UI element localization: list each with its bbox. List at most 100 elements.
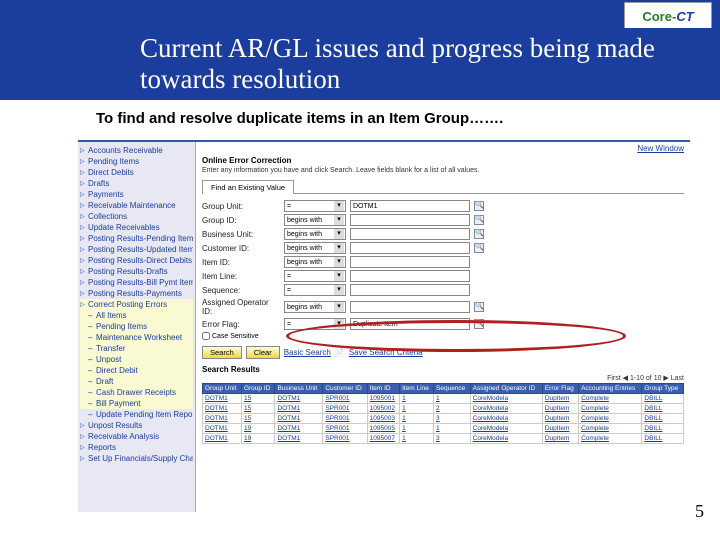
sidebar-item[interactable]: Posting Results-Pending Items: [80, 233, 193, 244]
column-header[interactable]: Sequence: [434, 384, 471, 394]
operator-select[interactable]: begins with: [284, 214, 346, 226]
column-header[interactable]: Group Unit: [203, 384, 242, 394]
column-header[interactable]: Group Type: [642, 384, 684, 394]
table-cell[interactable]: 15: [241, 414, 275, 424]
table-cell[interactable]: Complete: [579, 404, 642, 414]
lookup-icon[interactable]: 🔍: [474, 201, 484, 211]
table-cell[interactable]: 1: [434, 394, 471, 404]
table-cell[interactable]: 1: [434, 424, 471, 434]
new-window-link[interactable]: New Window: [637, 144, 684, 153]
sidebar-item[interactable]: Bill Payment: [80, 398, 193, 409]
table-cell[interactable]: SPR001: [323, 434, 367, 444]
table-cell[interactable]: 2: [434, 404, 471, 414]
table-cell[interactable]: 1095002: [367, 404, 399, 414]
column-header[interactable]: Business Unit: [275, 384, 323, 394]
table-cell[interactable]: 15: [241, 404, 275, 414]
table-cell[interactable]: DOTM1: [275, 414, 323, 424]
operator-select[interactable]: begins with: [284, 301, 346, 313]
table-cell[interactable]: 1: [400, 404, 434, 414]
table-cell[interactable]: SPR001: [323, 424, 367, 434]
results-nav[interactable]: First ◀ 1-10 of 10 ▶ Last: [202, 374, 684, 382]
table-row[interactable]: DOTM115DOTM1SPR001109500111CoreModelaDup…: [203, 394, 684, 404]
table-cell[interactable]: 3: [434, 434, 471, 444]
table-cell[interactable]: 1: [400, 424, 434, 434]
sidebar-item[interactable]: Posting Results-Updated Items: [80, 244, 193, 255]
column-header[interactable]: Item Line: [400, 384, 434, 394]
value-input[interactable]: [350, 301, 470, 313]
value-input[interactable]: DOTM1: [350, 200, 470, 212]
table-cell[interactable]: 1095003: [367, 414, 399, 424]
table-cell[interactable]: 19: [241, 434, 275, 444]
column-header[interactable]: Customer ID: [323, 384, 367, 394]
sidebar-item[interactable]: Draft: [80, 376, 193, 387]
table-cell[interactable]: 1095007: [367, 434, 399, 444]
table-cell[interactable]: 1: [400, 434, 434, 444]
sidebar-item[interactable]: Receivable Analysis: [80, 431, 193, 442]
sidebar-item[interactable]: Pending Items: [80, 156, 193, 167]
sidebar-item[interactable]: Posting Results-Direct Debits: [80, 255, 193, 266]
sidebar-item[interactable]: Payments: [80, 189, 193, 200]
table-row[interactable]: DOTM119DOTM1SPR001109500511CoreModelaDup…: [203, 424, 684, 434]
basic-search-link[interactable]: Basic Search: [284, 348, 331, 357]
table-cell[interactable]: Complete: [579, 414, 642, 424]
table-cell[interactable]: 1095005: [367, 424, 399, 434]
sidebar-item[interactable]: Posting Results-Bill Pymt Items: [80, 277, 193, 288]
value-input[interactable]: [350, 256, 470, 268]
sidebar-item[interactable]: Unpost Results: [80, 420, 193, 431]
table-cell[interactable]: Complete: [579, 434, 642, 444]
value-input[interactable]: [350, 284, 470, 296]
table-cell[interactable]: DOTM1: [203, 424, 242, 434]
sidebar-item[interactable]: Maintenance Worksheet: [80, 332, 193, 343]
table-cell[interactable]: DupItem: [542, 434, 578, 444]
sidebar-item[interactable]: Transfer: [80, 343, 193, 354]
table-cell[interactable]: DOTM1: [203, 394, 242, 404]
table-cell[interactable]: CoreModela: [470, 414, 542, 424]
sidebar-item[interactable]: Set Up Financials/Supply Chain: [80, 453, 193, 464]
table-cell[interactable]: DBILL: [642, 434, 684, 444]
table-row[interactable]: DOTM115DOTM1SPR001109500212CoreModelaDup…: [203, 404, 684, 414]
table-cell[interactable]: DOTM1: [275, 434, 323, 444]
table-cell[interactable]: SPR001: [323, 414, 367, 424]
sidebar-item[interactable]: Reports: [80, 442, 193, 453]
save-search-link[interactable]: Save Search Criteria: [349, 348, 423, 357]
sidebar-item[interactable]: Direct Debits: [80, 167, 193, 178]
operator-select[interactable]: =: [284, 284, 346, 296]
value-input[interactable]: [350, 214, 470, 226]
sidebar-item[interactable]: Update Pending Item Report: [80, 409, 193, 420]
lookup-icon[interactable]: 🔍: [474, 229, 484, 239]
sidebar-item[interactable]: Posting Results-Drafts: [80, 266, 193, 277]
table-cell[interactable]: Complete: [579, 394, 642, 404]
lookup-icon[interactable]: 🔍: [474, 319, 484, 329]
table-cell[interactable]: DBILL: [642, 414, 684, 424]
table-cell[interactable]: DOTM1: [275, 404, 323, 414]
sidebar-item[interactable]: Direct Debit: [80, 365, 193, 376]
table-cell[interactable]: DOTM1: [203, 404, 242, 414]
table-cell[interactable]: CoreModela: [470, 394, 542, 404]
table-cell[interactable]: DBILL: [642, 394, 684, 404]
sidebar-item[interactable]: Accounts Receivable: [80, 145, 193, 156]
table-cell[interactable]: SPR001: [323, 394, 367, 404]
table-cell[interactable]: CoreModela: [470, 404, 542, 414]
table-cell[interactable]: DupItem: [542, 424, 578, 434]
table-cell[interactable]: 1095001: [367, 394, 399, 404]
operator-select[interactable]: begins with: [284, 242, 346, 254]
table-cell[interactable]: CoreModela: [470, 424, 542, 434]
operator-select[interactable]: =: [284, 270, 346, 282]
sidebar-item[interactable]: Receivable Maintenance: [80, 200, 193, 211]
table-cell[interactable]: DupItem: [542, 404, 578, 414]
operator-select[interactable]: =: [284, 200, 346, 212]
operator-select[interactable]: =: [284, 318, 346, 330]
operator-select[interactable]: begins with: [284, 228, 346, 240]
clear-button[interactable]: Clear: [246, 346, 280, 359]
sidebar-item[interactable]: Posting Results-Payments: [80, 288, 193, 299]
table-cell[interactable]: DOTM1: [203, 414, 242, 424]
table-cell[interactable]: 1: [400, 394, 434, 404]
table-row[interactable]: DOTM119DOTM1SPR001109500713CoreModelaDup…: [203, 434, 684, 444]
table-cell[interactable]: 19: [241, 424, 275, 434]
case-sensitive-checkbox[interactable]: [202, 332, 210, 340]
operator-select[interactable]: begins with: [284, 256, 346, 268]
lookup-icon[interactable]: 🔍: [474, 215, 484, 225]
sidebar-item[interactable]: All Items: [80, 310, 193, 321]
table-cell[interactable]: DBILL: [642, 424, 684, 434]
sidebar-item[interactable]: Correct Posting Errors: [80, 299, 193, 310]
